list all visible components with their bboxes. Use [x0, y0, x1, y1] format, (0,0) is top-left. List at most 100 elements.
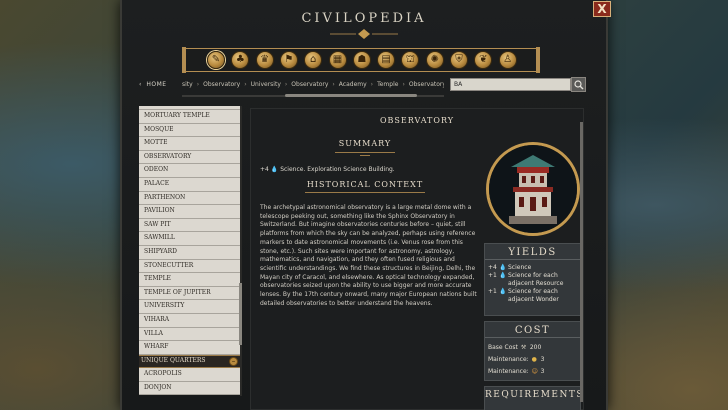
science-icon: 💧: [499, 264, 507, 271]
list-item[interactable]: ODEON: [139, 164, 241, 178]
chevron-right-icon: ›: [284, 81, 288, 88]
title-flourish-icon: [330, 29, 398, 39]
maintenance-value: 3: [540, 356, 545, 363]
list-item[interactable]: OBSERVATORY: [139, 150, 241, 165]
cost-heading: COST: [485, 322, 580, 338]
collapse-icon[interactable]: –: [229, 356, 238, 366]
chevron-right-icon: ›: [402, 81, 405, 88]
shield-icon[interactable]: ⛨: [450, 51, 468, 69]
list-group-label: UNIQUE QUARTERS: [141, 357, 206, 365]
list-item[interactable]: MOSQUE: [139, 123, 241, 138]
list-item[interactable]: DONJON: [139, 381, 241, 396]
base-cost-label: Base Cost: [488, 344, 518, 351]
yields-heading: YIELDS: [485, 244, 580, 260]
list-item[interactable]: ACROPOLIS: [139, 368, 241, 382]
home-link[interactable]: ‹ HOME: [139, 81, 167, 88]
book-icon[interactable]: ▤: [377, 51, 396, 69]
list-group-unique-quarters[interactable]: UNIQUE QUARTERS –: [139, 354, 241, 369]
happiness-icon: ☺: [531, 368, 538, 375]
hammer-icon: ⚒: [520, 344, 527, 351]
article-title: OBSERVATORY: [379, 116, 455, 125]
window-title: CIVILOPEDIA: [301, 11, 427, 26]
breadcrumb-item[interactable]: Observatory: [203, 81, 240, 88]
yield-amount: +4: [488, 264, 497, 271]
list-item[interactable]: STONECUTTER: [139, 259, 241, 274]
maintenance-row: Maintenance: ☺ 3: [485, 366, 580, 378]
yields-card: YIELDS +4 💧 Science +1 💧 Science for eac…: [484, 243, 581, 316]
breadcrumb: sity › Observatory › University › Observatory ›…: [182, 81, 444, 91]
search-input[interactable]: BA: [450, 78, 571, 91]
list-item[interactable]: SAW PIT: [139, 218, 241, 233]
science-icon: 💧: [499, 288, 507, 295]
list-item[interactable]: TEMPLE OF JUPITER: [139, 286, 241, 301]
list-item[interactable]: VILLA: [139, 327, 241, 342]
cup-icon[interactable]: ♛: [255, 51, 274, 69]
article-scrollbar[interactable]: [580, 122, 583, 402]
helmet-icon[interactable]: ☗: [352, 51, 371, 69]
list-item[interactable]: SAWMILL: [139, 232, 241, 246]
list-item[interactable]: TEMPLE: [139, 273, 241, 287]
maintenance-label: Maintenance:: [488, 368, 529, 375]
chevron-right-icon: ›: [196, 81, 200, 88]
list-item[interactable]: VIHARA: [139, 313, 241, 328]
cost-card: COST Base Cost ⚒ 200 Maintenance: ● 3 Ma…: [484, 321, 581, 381]
list-scrollbar[interactable]: [239, 283, 242, 345]
chevron-right-icon: ›: [370, 81, 374, 88]
list-item[interactable]: PARTHENON: [139, 191, 241, 206]
breadcrumb-item[interactable]: Observatory: [409, 81, 444, 88]
gold-icon: ●: [531, 356, 537, 363]
list-item[interactable]: SHIPYARD: [139, 245, 241, 260]
bug-icon[interactable]: ✺: [425, 51, 444, 69]
yield-row: +1 💧 Science for each adjacent Wonder: [485, 288, 580, 304]
yield-text: Science for each adjacent Resource: [508, 272, 564, 287]
base-cost-value: 200: [529, 344, 542, 351]
summary-divider: [335, 152, 395, 153]
breadcrumb-item[interactable]: Academy: [339, 81, 367, 88]
yield-amount: +1: [488, 288, 497, 295]
summary-amount: +4: [260, 166, 269, 173]
observatory-portrait: [486, 142, 580, 236]
summary-description: Science. Exploration Science Building.: [280, 166, 395, 173]
yield-row: +4 💧 Science: [485, 264, 580, 272]
chevron-right-icon: ›: [332, 81, 335, 88]
science-icon: 💧: [270, 166, 279, 173]
maintenance-value: 3: [540, 368, 545, 375]
requirements-heading: REQUIREMENTS: [485, 390, 585, 400]
scroll-icon[interactable]: ✎: [207, 51, 225, 69]
list-scrollbar-track: [239, 106, 242, 396]
science-icon: 💧: [499, 272, 507, 279]
figure-icon[interactable]: ♙: [498, 51, 517, 69]
yield-row: +1 💧 Science for each adjacent Resource: [485, 272, 580, 288]
summary-divider-ornament: [360, 155, 370, 156]
breadcrumb-item[interactable]: sity: [182, 81, 193, 88]
breadcrumb-item[interactable]: Observatory: [291, 81, 328, 88]
history-divider: [305, 192, 425, 193]
observatory-building-icon: [489, 145, 577, 233]
search-button[interactable]: [571, 77, 586, 92]
requirements-card: REQUIREMENTS: [484, 386, 585, 410]
cost-row: Base Cost ⚒ 200: [485, 342, 580, 354]
list-item[interactable]: UNIVERSITY: [139, 300, 241, 314]
maintenance-label: Maintenance:: [488, 356, 529, 363]
list-item[interactable]: PALACE: [139, 177, 241, 192]
maintenance-row: Maintenance: ● 3: [485, 354, 580, 366]
summary-heading: SUMMARY: [338, 139, 392, 148]
history-text: The archetypal astronomical observatory …: [260, 204, 477, 307]
search-icon: [573, 80, 583, 90]
home-arrow-icon: ‹: [139, 81, 142, 88]
entry-list: MORTUARY TEMPLE MOSQUE MOTTE OBSERVATORY ODE…: [139, 106, 241, 396]
list-item[interactable]: MOTTE: [139, 137, 241, 151]
list-item[interactable]: WHARF: [139, 341, 241, 355]
history-heading: HISTORICAL CONTEXT: [306, 180, 424, 189]
breadcrumb-item[interactable]: University: [251, 81, 281, 88]
flag-icon[interactable]: ⚑: [279, 51, 298, 69]
list-item[interactable]: MORTUARY TEMPLE: [139, 110, 241, 124]
yield-text: Science for each adjacent Wonder: [508, 288, 559, 303]
yield-text: Science: [508, 264, 532, 271]
chevron-right-icon: ›: [244, 81, 247, 88]
list-item[interactable]: PAVILION: [139, 205, 241, 219]
ruins-icon[interactable]: ▦: [328, 51, 347, 69]
yield-amount: +1: [488, 272, 497, 279]
breadcrumb-scrollbar[interactable]: [285, 94, 417, 97]
breadcrumb-item[interactable]: Temple: [377, 81, 398, 88]
